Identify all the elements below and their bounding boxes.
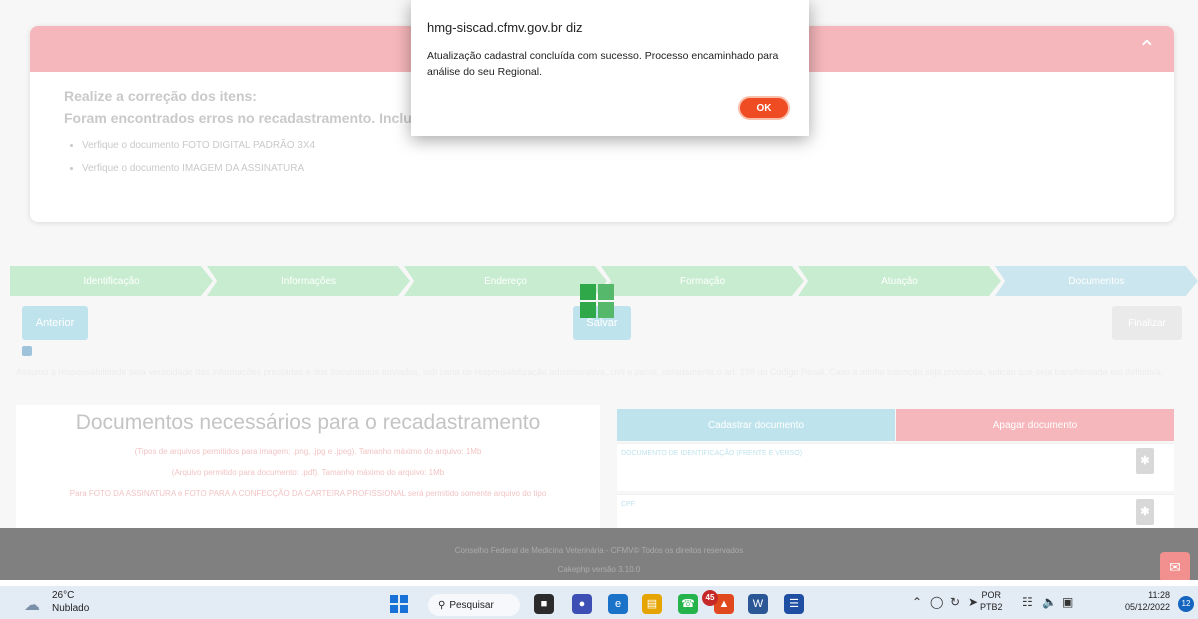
weather-temp[interactable]: 26°C — [52, 590, 74, 601]
agree-text: Assumo a responsabilidade pela veracidad… — [16, 367, 1164, 377]
language-indicator[interactable]: POR PTB2 — [980, 589, 1003, 613]
footer-version: Cakephp versão 3.10.0 — [557, 565, 641, 574]
location-icon[interactable]: ➤ — [968, 595, 978, 609]
pdf-icon[interactable]: ✱ — [1136, 499, 1154, 525]
step-identificacao[interactable]: Identificação — [10, 266, 213, 296]
pdf-icon[interactable]: ✱ — [1136, 448, 1154, 474]
cloud-sync-icon[interactable]: ◯ — [930, 595, 943, 609]
search-icon: ⚲ — [438, 599, 446, 611]
document-row: DOCUMENTO DE IDENTIFICAÇÃO (FRENTE E VER… — [617, 443, 1174, 491]
clock[interactable]: 11:28 05/12/2022 — [1100, 589, 1170, 613]
notifications-badge[interactable]: 12 — [1178, 596, 1194, 612]
windows-start-icon[interactable] — [390, 595, 408, 613]
documents-info: Documentos necessários para o recadastra… — [16, 405, 600, 530]
footer-copyright: Conselho Federal de Medicina Veterinária… — [454, 546, 744, 555]
time: 11:28 — [1148, 590, 1170, 600]
documents-title: Documentos necessários para o recadastra… — [75, 411, 541, 434]
page-footer: Conselho Federal de Medicina Veterinária… — [0, 528, 1198, 580]
weather-desc[interactable]: Nublado — [52, 603, 89, 614]
agree-checkbox[interactable] — [22, 346, 32, 356]
language-code: POR — [981, 590, 1002, 600]
volume-icon[interactable]: 🔈 — [1042, 595, 1057, 609]
step-atuacao[interactable]: Atuação — [798, 266, 1001, 296]
cloud-icon[interactable]: ☁ — [24, 595, 40, 615]
keyboard-layout: PTB2 — [980, 602, 1003, 612]
error-item: Verfique o documento FOTO DIGITAL PADRÃO… — [82, 140, 1140, 151]
documents-note: Para FOTO DA ASSINATURA e FOTO PARA A CO… — [69, 489, 547, 498]
register-document-button[interactable]: Cadastrar documento — [617, 409, 895, 441]
edge-browser-icon[interactable]: e — [608, 594, 628, 614]
documents-note: (Arquivo permitido para documento: .pdf)… — [171, 468, 445, 477]
document-name: DOCUMENTO DE IDENTIFICAÇÃO (FRENTE E VER… — [621, 450, 803, 457]
taskbar: ☁ 26°C Nublado ⚲ Pesquisar ■ ● e ▤ ☎ ▲ W… — [0, 586, 1198, 619]
notepad-icon[interactable]: ☰ — [784, 594, 804, 614]
ok-button[interactable]: OK — [738, 96, 790, 120]
wifi-icon[interactable]: ☷ — [1022, 595, 1033, 609]
windows-logo-icon — [580, 284, 614, 318]
whatsapp-badge: 45 — [702, 590, 718, 606]
dialog-title: hmg-siscad.cfmv.gov.br diz — [427, 20, 583, 35]
file-explorer-icon[interactable]: ▤ — [642, 594, 662, 614]
chat-app-icon[interactable]: ● — [572, 594, 592, 614]
web-page: ⌃ Realize a correção dos itens: Foram en… — [0, 0, 1198, 580]
step-formacao[interactable]: Formação — [601, 266, 804, 296]
document-name: CPF — [621, 501, 635, 508]
battery-icon[interactable]: ▣ — [1062, 595, 1073, 609]
chevron-up-icon[interactable]: ⌃ — [1138, 36, 1156, 62]
previous-button[interactable]: Anterior — [22, 306, 88, 340]
step-informacoes[interactable]: Informações — [207, 266, 410, 296]
word-icon[interactable]: W — [748, 594, 768, 614]
step-endereco[interactable]: Endereço — [404, 266, 607, 296]
refresh-icon[interactable]: ↻ — [950, 595, 960, 609]
chevron-up-icon[interactable]: ⌃ — [912, 595, 922, 609]
search-label: Pesquisar — [449, 599, 494, 611]
whatsapp-icon[interactable]: ☎ — [678, 594, 698, 614]
documents-note: (Tipos de arquivos permitidos para image… — [134, 447, 482, 456]
dialog-message: Atualização cadastral concluída com suce… — [427, 50, 779, 78]
error-list: Verfique o documento FOTO DIGITAL PADRÃO… — [82, 140, 1140, 174]
alert-dialog: hmg-siscad.cfmv.gov.br diz Atualização c… — [411, 0, 809, 136]
taskbar-search[interactable]: ⚲ Pesquisar — [428, 594, 520, 616]
date: 05/12/2022 — [1124, 602, 1170, 612]
step-documentos[interactable]: Documentos — [995, 266, 1198, 296]
error-item: Verfique o documento IMAGEM DA ASSINATUR… — [82, 163, 1140, 174]
delete-document-button[interactable]: Apagar documento — [896, 409, 1174, 441]
task-view-icon[interactable]: ■ — [534, 594, 554, 614]
chat-icon[interactable]: ✉ — [1160, 552, 1190, 580]
finish-button[interactable]: Finalizar — [1112, 306, 1182, 340]
